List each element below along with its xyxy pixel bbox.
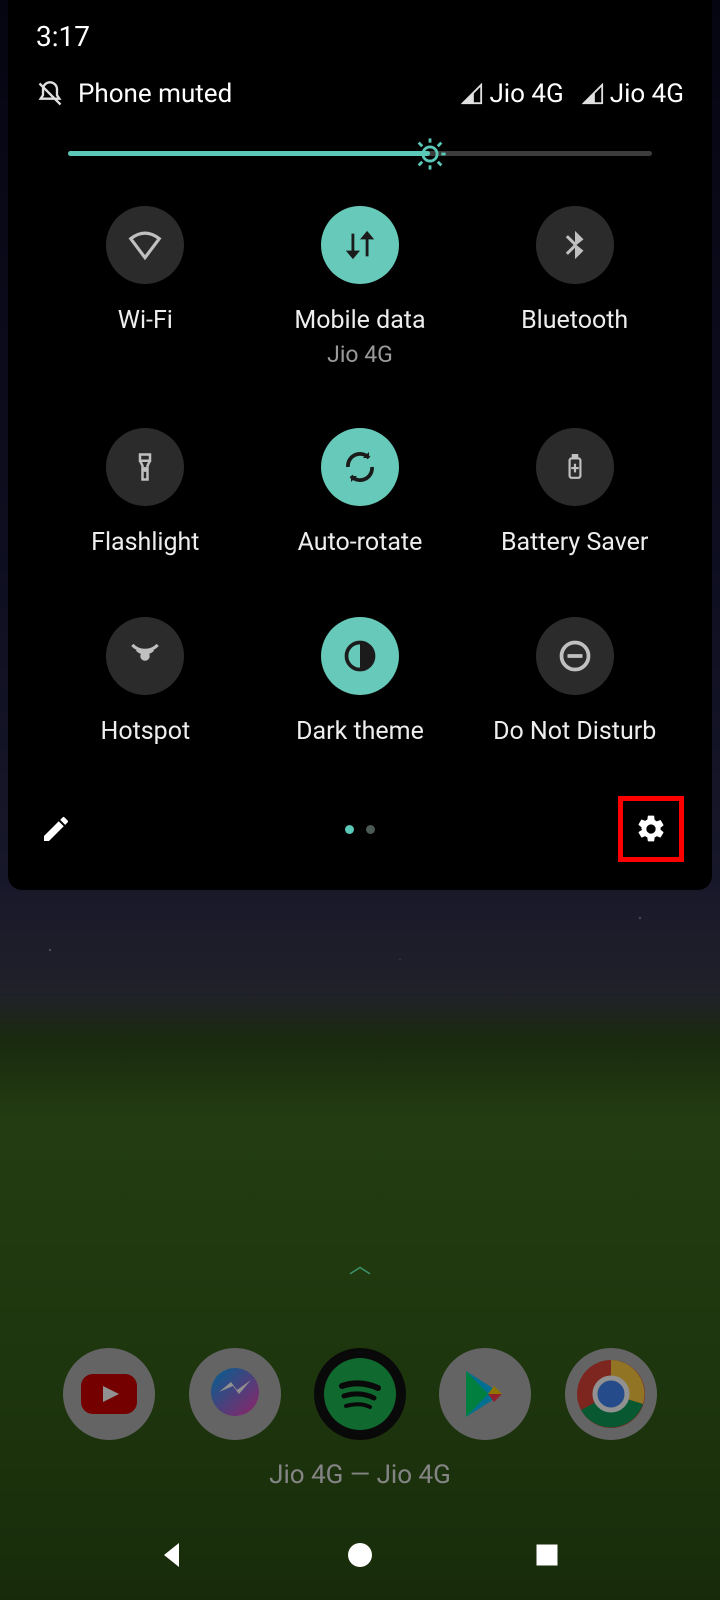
signal-2: Jio 4G — [582, 79, 684, 109]
tile-darktheme-label: Dark theme — [296, 717, 424, 746]
settings-button[interactable] — [631, 809, 671, 849]
page-indicator — [345, 825, 375, 834]
wifi-icon — [106, 206, 184, 284]
settings-highlight — [618, 796, 684, 862]
battery-icon — [536, 428, 614, 506]
tile-autorotate[interactable]: Auto-rotate — [253, 428, 468, 557]
tile-autorotate-label: Auto-rotate — [298, 528, 423, 557]
tile-flashlight-label: Flashlight — [91, 528, 199, 557]
tile-bluetooth-label: Bluetooth — [521, 306, 628, 335]
back-button[interactable] — [155, 1537, 191, 1573]
recents-button[interactable] — [529, 1537, 565, 1573]
status-bar: 3:17 — [8, 0, 712, 61]
home-button[interactable] — [342, 1537, 378, 1573]
muted-icon — [36, 80, 64, 108]
dock — [0, 1348, 720, 1440]
navigation-bar — [0, 1510, 720, 1600]
tile-darktheme[interactable]: Dark theme — [253, 617, 468, 746]
tile-hotspot[interactable]: Hotspot — [38, 617, 253, 746]
tile-wifi[interactable]: Wi-Fi — [38, 206, 253, 368]
clock: 3:17 — [36, 20, 90, 53]
dock-chrome[interactable] — [565, 1348, 657, 1440]
tile-flashlight[interactable]: Flashlight — [38, 428, 253, 557]
brightness-thumb[interactable] — [413, 137, 447, 171]
carrier-footer: Jio 4G — Jio 4G — [0, 1460, 720, 1490]
tile-dnd[interactable]: Do Not Disturb — [467, 617, 682, 746]
brightness-fill — [68, 151, 430, 156]
tile-mobiledata[interactable]: Mobile data Jio 4G — [253, 206, 468, 368]
edit-tiles-button[interactable] — [36, 809, 76, 849]
brightness-slider[interactable] — [8, 121, 712, 196]
tile-hotspot-label: Hotspot — [101, 717, 191, 746]
signal-1: Jio 4G — [461, 79, 563, 109]
muted-text: Phone muted — [78, 79, 232, 109]
page-dot-1 — [345, 825, 354, 834]
tile-wifi-label: Wi-Fi — [118, 306, 173, 335]
rotate-icon — [321, 428, 399, 506]
hotspot-icon — [106, 617, 184, 695]
dock-youtube[interactable] — [63, 1348, 155, 1440]
dock-playstore[interactable] — [439, 1348, 531, 1440]
dock-spotify[interactable] — [314, 1348, 406, 1440]
tile-mobiledata-label: Mobile data — [294, 306, 425, 335]
dark-icon — [321, 617, 399, 695]
tiles-grid: Wi-Fi Mobile data Jio 4G Bluetooth Flashl… — [8, 196, 712, 776]
quick-settings-panel: 3:17 Phone muted Jio 4G Jio 4G — [8, 0, 712, 890]
tile-mobiledata-sub: Jio 4G — [327, 341, 393, 368]
home-up-arrow[interactable]: ︿ — [0, 1248, 720, 1280]
flashlight-icon — [106, 428, 184, 506]
bluetooth-icon — [536, 206, 614, 284]
dock-messenger[interactable] — [189, 1348, 281, 1440]
data-icon — [321, 206, 399, 284]
dnd-icon — [536, 617, 614, 695]
tile-battery-label: Battery Saver — [501, 528, 648, 557]
tile-battery[interactable]: Battery Saver — [467, 428, 682, 557]
tile-dnd-label: Do Not Disturb — [493, 717, 656, 746]
tile-bluetooth[interactable]: Bluetooth — [467, 206, 682, 368]
page-dot-2 — [366, 825, 375, 834]
